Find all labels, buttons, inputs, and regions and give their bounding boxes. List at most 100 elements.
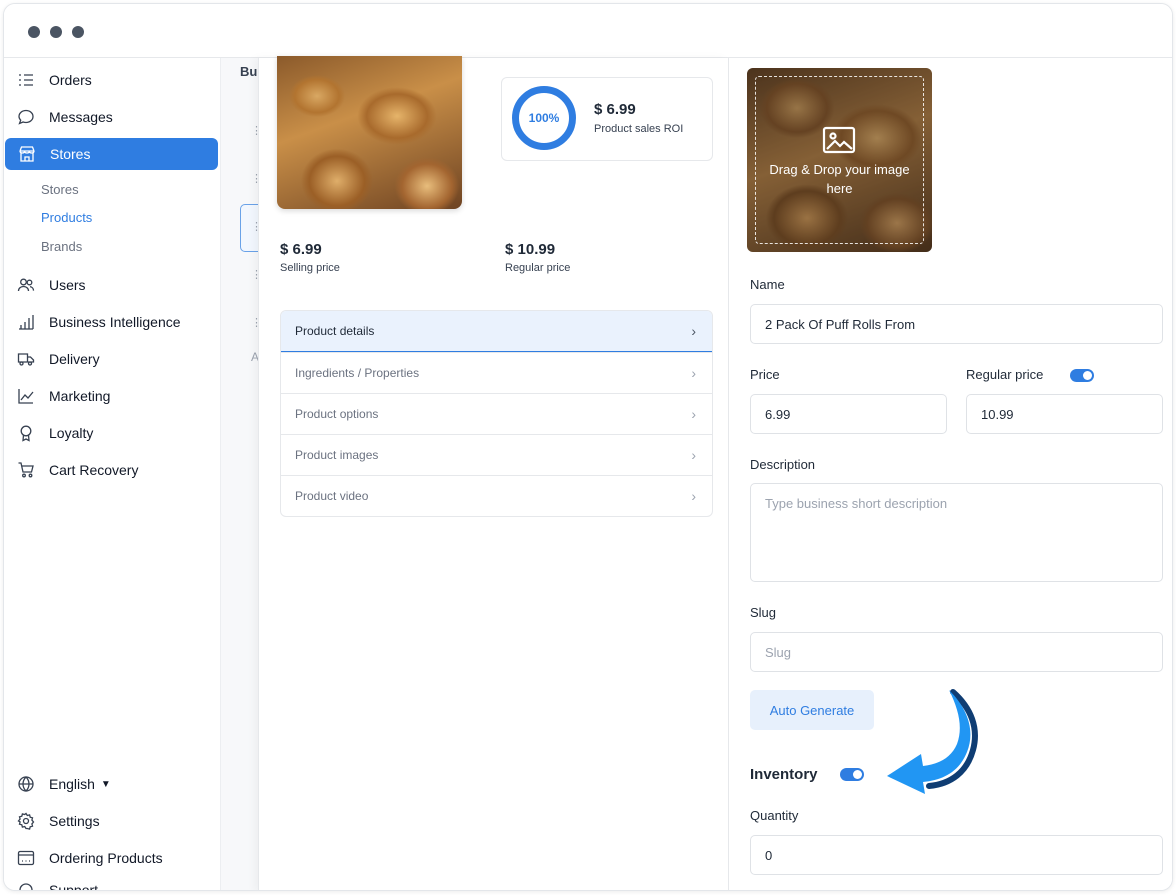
roi-card: 100% $ 6.99 Product sales ROI bbox=[501, 77, 713, 161]
sidebar-item-label: Support bbox=[49, 882, 99, 891]
regular-price-value: $ 10.99 bbox=[505, 241, 556, 258]
accordion-label: Product options bbox=[295, 407, 379, 421]
inventory-toggle[interactable] bbox=[840, 768, 864, 781]
sidebar-item-business-intelligence[interactable]: Business Intelligence bbox=[4, 306, 217, 338]
window-dot[interactable] bbox=[28, 26, 40, 38]
selling-price-label: Selling price bbox=[280, 262, 340, 274]
accordion-ingredients[interactable]: Ingredients / Properties › bbox=[281, 352, 712, 393]
product-sections-accordion: Product details › Ingredients / Properti… bbox=[280, 310, 713, 517]
sidebar-item-label: Marketing bbox=[49, 388, 111, 404]
selling-price-value: $ 6.99 bbox=[280, 241, 322, 258]
product-image bbox=[277, 56, 462, 209]
slug-label: Slug bbox=[750, 605, 777, 620]
language-label: English bbox=[49, 776, 95, 792]
drag-handle-icon[interactable]: ⋮⋮ bbox=[251, 220, 272, 233]
sidebar-item-stores[interactable]: Stores bbox=[5, 138, 218, 170]
window-titlebar bbox=[4, 4, 1172, 58]
sidebar-subitem-stores[interactable]: Stores bbox=[41, 182, 79, 197]
chevron-right-icon: › bbox=[691, 365, 696, 381]
sidebar-item-orders[interactable]: Orders bbox=[4, 64, 217, 96]
accordion-label: Ingredients / Properties bbox=[295, 366, 420, 380]
drag-handle-icon[interactable]: ⋮⋮ bbox=[251, 172, 272, 185]
name-field[interactable] bbox=[750, 304, 1163, 344]
slug-field[interactable] bbox=[750, 632, 1163, 672]
regular-price-field-label: Regular price bbox=[966, 367, 1044, 382]
sidebar-item-label: Messages bbox=[49, 109, 113, 125]
window-dot[interactable] bbox=[50, 26, 62, 38]
description-field[interactable] bbox=[750, 483, 1163, 582]
sidebar-item-delivery[interactable]: Delivery bbox=[4, 343, 217, 375]
inventory-label: Inventory bbox=[750, 766, 818, 783]
sidebar-item-support[interactable]: Support bbox=[4, 874, 217, 891]
auto-generate-button[interactable]: Auto Generate bbox=[750, 690, 874, 730]
store-icon bbox=[17, 144, 37, 164]
sidebar-item-label: Settings bbox=[49, 813, 100, 829]
sidebar-item-cart-recovery[interactable]: Cart Recovery bbox=[4, 454, 217, 486]
roi-label: Product sales ROI bbox=[594, 123, 684, 135]
roi-percent: 100% bbox=[528, 111, 560, 125]
gear-icon bbox=[16, 811, 36, 831]
sidebar-item-label: Orders bbox=[49, 72, 92, 88]
accordion-label: Product details bbox=[295, 324, 375, 338]
regular-price-label: Regular price bbox=[505, 262, 571, 274]
sidebar-item-marketing[interactable]: Marketing bbox=[4, 380, 217, 412]
product-overview-panel: 100% $ 6.99 Product sales ROI $ 6.99 Sel… bbox=[258, 56, 728, 890]
sidebar-item-ordering-products[interactable]: Ordering Products bbox=[4, 842, 217, 874]
caret-down-icon: ▼ bbox=[100, 778, 111, 790]
sidebar-item-label: Users bbox=[49, 277, 86, 293]
pointer-arrow-icon bbox=[887, 689, 978, 794]
chevron-right-icon: › bbox=[691, 447, 696, 463]
price-field[interactable] bbox=[750, 394, 947, 434]
chevron-right-icon: › bbox=[691, 488, 696, 504]
quantity-field[interactable] bbox=[750, 835, 1163, 875]
orders-list-icon bbox=[16, 70, 36, 90]
sidebar: Orders Messages Stores Stores Products B… bbox=[4, 58, 221, 891]
line-chart-icon bbox=[16, 386, 36, 406]
dropzone-text: Drag & Drop your image here bbox=[769, 162, 910, 196]
app-window: Orders Messages Stores Stores Products B… bbox=[3, 3, 1173, 891]
sidebar-item-label: Ordering Products bbox=[49, 850, 163, 866]
roi-progress-ring: 100% bbox=[512, 86, 576, 150]
drag-handle-icon[interactable]: ⋮⋮ bbox=[251, 124, 272, 137]
roi-price: $ 6.99 bbox=[594, 101, 636, 118]
sidebar-item-loyalty[interactable]: Loyalty bbox=[4, 417, 217, 449]
truck-icon bbox=[16, 349, 36, 369]
price-label: Price bbox=[750, 367, 780, 382]
cart-icon bbox=[16, 460, 36, 480]
drag-handle-icon[interactable]: ⋮⋮ bbox=[251, 268, 272, 281]
regular-price-field[interactable] bbox=[966, 394, 1163, 434]
calendar-icon bbox=[16, 848, 36, 868]
accordion-product-images[interactable]: Product images › bbox=[281, 434, 712, 475]
chat-bubble-icon bbox=[16, 107, 36, 127]
sidebar-item-settings[interactable]: Settings bbox=[4, 805, 217, 837]
sidebar-item-messages[interactable]: Messages bbox=[4, 101, 217, 133]
sidebar-item-label: Cart Recovery bbox=[49, 462, 139, 478]
accordion-product-options[interactable]: Product options › bbox=[281, 393, 712, 434]
language-selector[interactable]: English ▼ bbox=[4, 768, 217, 800]
description-label: Description bbox=[750, 457, 816, 472]
sidebar-item-label: Loyalty bbox=[49, 425, 94, 441]
sidebar-item-label: Delivery bbox=[49, 351, 100, 367]
regular-price-toggle[interactable] bbox=[1070, 369, 1094, 382]
award-icon bbox=[16, 423, 36, 443]
quantity-label: Quantity bbox=[750, 808, 799, 823]
accordion-label: Product video bbox=[295, 489, 369, 503]
drag-handle-icon[interactable]: ⋮⋮ bbox=[251, 316, 272, 329]
window-dot[interactable] bbox=[72, 26, 84, 38]
product-details-form: Drag & Drop your image here Name Price R… bbox=[728, 58, 1172, 890]
accordion-product-video[interactable]: Product video › bbox=[281, 475, 712, 516]
headset-icon bbox=[16, 880, 36, 890]
bar-chart-icon bbox=[16, 312, 36, 332]
accordion-product-details[interactable]: Product details › bbox=[281, 311, 712, 352]
accordion-label: Product images bbox=[295, 448, 379, 462]
chevron-right-icon: › bbox=[691, 406, 696, 422]
sidebar-item-label: Business Intelligence bbox=[49, 314, 181, 330]
sidebar-item-users[interactable]: Users bbox=[4, 269, 217, 301]
image-dropzone[interactable]: Drag & Drop your image here bbox=[747, 68, 932, 252]
window-controls bbox=[28, 26, 84, 38]
list-header: Bu bbox=[240, 64, 258, 79]
image-icon bbox=[822, 126, 856, 154]
users-icon bbox=[16, 275, 36, 295]
sidebar-subitem-products[interactable]: Products bbox=[41, 210, 92, 225]
sidebar-subitem-brands[interactable]: Brands bbox=[41, 239, 82, 254]
